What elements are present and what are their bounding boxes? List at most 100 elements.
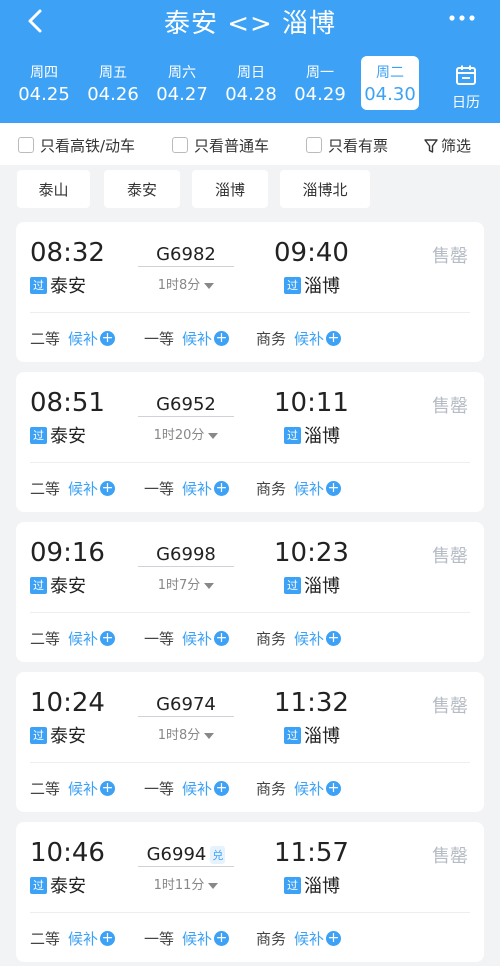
plus-circle-icon[interactable]: + (100, 631, 116, 646)
plus-circle-icon[interactable]: + (100, 481, 116, 496)
train-number-text: G6982 (156, 244, 216, 265)
seat-first-class[interactable]: 一等 候补 + (144, 628, 230, 649)
station-chip[interactable]: 淄博北 (280, 170, 370, 208)
plus-circle-icon[interactable]: + (100, 781, 116, 796)
filter-button[interactable]: 筛选 (424, 135, 471, 156)
train-card[interactable]: 08:51 G6952 1时20分 10:11 过泰安 过淄博 售罄 二等 候补 +… (16, 372, 484, 512)
duration[interactable]: 1时20分 (138, 424, 234, 443)
date-tab-selected[interactable]: 周二 04.30 (361, 56, 419, 110)
duration-text: 1时8分 (157, 728, 201, 743)
exchange-badge: 兑 (210, 846, 226, 864)
arrival-time: 11:57 (274, 838, 349, 868)
pass-through-badge: 过 (284, 426, 301, 444)
train-card[interactable]: 10:46 G6994 兑 1时11分 11:57 过泰安 过淄博 售罄 二等 候补… (16, 822, 484, 962)
seat-first-class[interactable]: 一等 候补 + (144, 928, 230, 949)
pass-through-badge: 过 (30, 426, 47, 444)
seat-first-class[interactable]: 一等 候补 + (144, 778, 230, 799)
departure-time: 09:16 (30, 538, 105, 568)
route-line (138, 416, 234, 417)
plus-circle-icon[interactable]: + (326, 481, 342, 496)
station-name: 淄博 (304, 576, 340, 597)
caret-down-icon (204, 732, 215, 739)
seat-business-class[interactable]: 商务 候补 + (256, 478, 342, 499)
plus-circle-icon[interactable]: + (100, 931, 116, 946)
high-speed-checkbox[interactable]: 只看高铁/动车 (18, 135, 135, 155)
duration[interactable]: 1时8分 (138, 724, 234, 743)
top-bar: 泰安 <> 淄博 周四 04.25 周五 04.26 周六 04.27 周日 0… (0, 0, 500, 123)
plus-circle-icon[interactable]: + (214, 631, 230, 646)
duration[interactable]: 1时8分 (138, 274, 234, 293)
status-sold-out: 售罄 (432, 396, 468, 417)
arrival-station: 过淄博 (284, 572, 340, 598)
waitlist-label: 候补 (68, 930, 99, 948)
calendar-button[interactable]: 日历 (444, 56, 488, 111)
seat-first-class[interactable]: 一等 候补 + (144, 478, 230, 499)
train-number: G6974 (138, 694, 234, 715)
seat-second-class[interactable]: 二等 候补 + (30, 628, 116, 649)
seat-business-class[interactable]: 商务 候补 + (256, 628, 342, 649)
train-card[interactable]: 08:32 G6982 1时8分 09:40 过泰安 过淄博 售罄 二等 候补 + … (16, 222, 484, 362)
arrival-station: 过淄博 (284, 722, 340, 748)
date-weekday: 周五 (99, 65, 127, 81)
checkbox-box[interactable] (18, 137, 34, 153)
normal-train-checkbox[interactable]: 只看普通车 (172, 135, 269, 155)
waitlist-label: 候补 (182, 930, 213, 948)
seat-label: 商务 (256, 630, 287, 648)
seat-business-class[interactable]: 商务 候补 + (256, 778, 342, 799)
departure-station: 过泰安 (30, 422, 86, 448)
date-tab[interactable]: 周四 04.25 (15, 56, 73, 110)
available-checkbox[interactable]: 只看有票 (306, 135, 388, 155)
arrival-time: 10:11 (274, 388, 349, 418)
checkbox-box[interactable] (306, 137, 322, 153)
plus-circle-icon[interactable]: + (214, 781, 230, 796)
date-value: 04.30 (364, 84, 416, 105)
status-sold-out: 售罄 (432, 246, 468, 267)
plus-circle-icon[interactable]: + (326, 331, 342, 346)
date-tab[interactable]: 周五 04.26 (84, 56, 142, 110)
station-chip[interactable]: 泰安 (104, 170, 180, 208)
train-card[interactable]: 10:24 G6974 1时8分 11:32 过泰安 过淄博 售罄 二等 候补 + … (16, 672, 484, 812)
seat-label: 二等 (30, 630, 61, 648)
date-tab[interactable]: 周一 04.29 (291, 56, 349, 110)
funnel-icon (424, 138, 438, 153)
more-dots-icon[interactable] (444, 6, 480, 30)
pass-through-badge: 过 (284, 276, 301, 294)
plus-circle-icon[interactable]: + (214, 331, 230, 346)
arrival-time: 10:23 (274, 538, 349, 568)
checkbox-box[interactable] (172, 137, 188, 153)
seat-first-class[interactable]: 一等 候补 + (144, 328, 230, 349)
caret-down-icon (204, 282, 215, 289)
station-name: 泰安 (50, 726, 86, 747)
filter-bar: 只看高铁/动车 只看普通车 只看有票 筛选 (0, 123, 500, 165)
plus-circle-icon[interactable]: + (326, 631, 342, 646)
pass-through-badge: 过 (30, 726, 47, 744)
date-tab[interactable]: 周日 04.28 (222, 56, 280, 110)
seat-business-class[interactable]: 商务 候补 + (256, 328, 342, 349)
duration[interactable]: 1时7分 (138, 574, 234, 593)
train-number-text: G6974 (156, 694, 216, 715)
station-name: 淄博 (304, 726, 340, 747)
waitlist-label: 候补 (68, 630, 99, 648)
seat-second-class[interactable]: 二等 候补 + (30, 928, 116, 949)
station-chip[interactable]: 泰山 (17, 170, 90, 208)
train-card[interactable]: 09:16 G6998 1时7分 10:23 过泰安 过淄博 售罄 二等 候补 + … (16, 522, 484, 662)
checkbox-label: 只看有票 (328, 136, 389, 155)
seat-second-class[interactable]: 二等 候补 + (30, 478, 116, 499)
seat-label: 一等 (144, 630, 175, 648)
seat-second-class[interactable]: 二等 候补 + (30, 778, 116, 799)
plus-circle-icon[interactable]: + (326, 931, 342, 946)
seat-label: 一等 (144, 480, 175, 498)
waitlist-label: 候补 (182, 780, 213, 798)
date-tab[interactable]: 周六 04.27 (153, 56, 211, 110)
plus-circle-icon[interactable]: + (214, 931, 230, 946)
waitlist-label: 候补 (68, 780, 99, 798)
plus-circle-icon[interactable]: + (214, 481, 230, 496)
duration[interactable]: 1时11分 (138, 874, 234, 893)
plus-circle-icon[interactable]: + (326, 781, 342, 796)
station-chip[interactable]: 淄博 (192, 170, 268, 208)
seat-business-class[interactable]: 商务 候补 + (256, 928, 342, 949)
seat-second-class[interactable]: 二等 候补 + (30, 328, 116, 349)
plus-circle-icon[interactable]: + (100, 331, 116, 346)
arrival-time: 11:32 (274, 688, 349, 718)
caret-down-icon (208, 432, 219, 439)
